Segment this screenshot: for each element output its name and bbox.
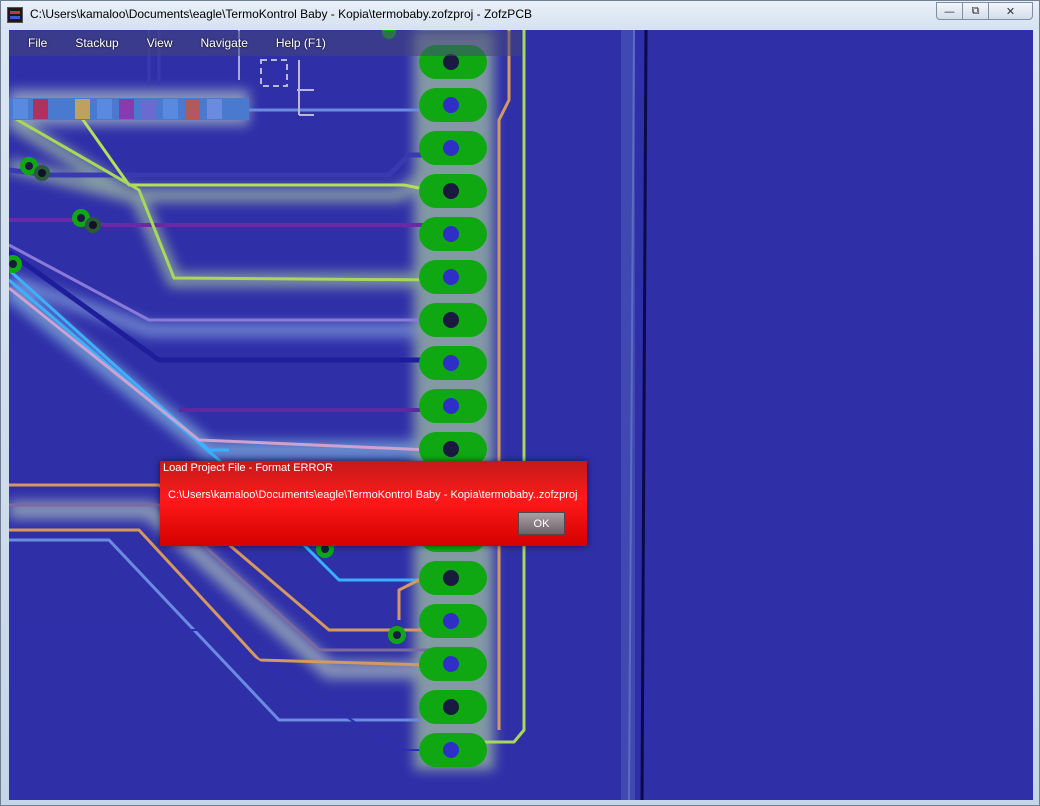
dialog-message: C:\Users\kamaloo\Documents\eagle\TermoKo… [168,489,578,501]
maximize-button[interactable]: ⧉ [962,2,989,20]
ok-button[interactable]: OK [518,512,565,535]
title-bar[interactable]: C:\Users\kamaloo\Documents\eagle\TermoKo… [1,1,1039,29]
header-pin-hole [443,312,459,328]
app-icon[interactable] [7,7,23,23]
header-pins [419,45,487,767]
menu-bar: File Stackup View Navigate Help (F1) [9,31,521,56]
header-pin-hole [443,656,459,672]
close-button[interactable]: ✕ [988,2,1033,20]
app-window: C:\Users\kamaloo\Documents\eagle\TermoKo… [0,0,1040,806]
header-pin-hole [443,441,459,457]
header-pin-hole [443,269,459,285]
header-pin-hole [443,226,459,242]
smd-pad-strip [9,98,249,120]
menu-view[interactable]: View [133,31,187,56]
window-title: C:\Users\kamaloo\Documents\eagle\TermoKo… [30,7,532,21]
pcb-3d-viewport[interactable] [9,30,1033,800]
menu-help[interactable]: Help (F1) [262,31,340,56]
pcb-render [9,30,1033,800]
window-controls: — ⧉ ✕ [936,2,1033,21]
header-pin-hole [443,183,459,199]
header-pin-hole [443,570,459,586]
dialog-title: Load Project File - Format ERROR [163,462,333,474]
menu-stackup[interactable]: Stackup [61,31,132,56]
error-dialog: Load Project File - Format ERROR C:\User… [160,461,587,546]
minimize-button[interactable]: — [936,2,963,20]
header-pin-hole [443,398,459,414]
header-pin-hole [443,54,459,70]
menu-navigate[interactable]: Navigate [187,31,262,56]
header-pin-hole [443,613,459,629]
header-pin-hole [443,742,459,758]
header-pin-hole [443,140,459,156]
header-pin-hole [443,699,459,715]
header-pin-hole [443,355,459,371]
header-pin-hole [443,97,459,113]
menu-file[interactable]: File [9,31,61,56]
